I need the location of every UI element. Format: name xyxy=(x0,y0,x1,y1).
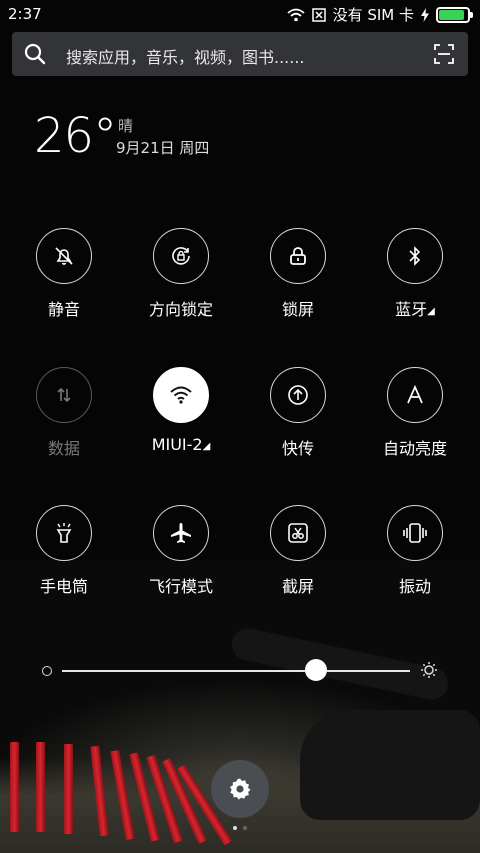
toggle-vibrate-label: 振动 xyxy=(398,577,431,596)
toggle-auto-brightness[interactable]: 自动亮度 xyxy=(360,367,470,487)
quick-transfer-icon xyxy=(288,385,308,405)
wallpaper-domino xyxy=(36,742,45,832)
toggle-bluetooth-text: 蓝牙 xyxy=(395,300,428,319)
toggle-quick-transfer-button[interactable] xyxy=(270,367,326,423)
wallpaper-domino xyxy=(10,742,19,832)
toggle-quick-transfer-label: 快传 xyxy=(281,439,314,458)
wifi-icon xyxy=(170,386,192,404)
toggle-mute-button[interactable] xyxy=(36,228,92,284)
search-icon xyxy=(24,43,46,65)
status-bar: 2:37 没有 SIM 卡 xyxy=(0,0,480,28)
toggle-flashlight[interactable]: 手电筒 xyxy=(9,505,119,625)
mute-icon xyxy=(55,247,73,265)
mobile-data-icon xyxy=(57,387,71,403)
no-sim-icon xyxy=(311,7,326,22)
toggle-airplane-mode[interactable]: 飞行模式 xyxy=(126,505,236,625)
battery-icon xyxy=(436,6,473,23)
toggle-rotation-lock-label: 方向锁定 xyxy=(148,300,213,319)
toggle-wifi-text: MIUI-2 xyxy=(151,435,203,454)
brightness-low-icon xyxy=(42,666,52,676)
brightness-high-icon xyxy=(421,662,437,678)
gear-icon xyxy=(230,778,251,800)
airplane-icon xyxy=(171,523,191,543)
toggle-screenshot-button[interactable] xyxy=(270,505,326,561)
toggle-bluetooth-button[interactable] xyxy=(387,228,443,284)
weather-temperature: 26° xyxy=(34,108,117,164)
toggle-vibrate[interactable]: 振动 xyxy=(360,505,470,625)
toggle-flashlight-label: 手电筒 xyxy=(39,577,88,596)
toggle-screenshot[interactable]: 截屏 xyxy=(243,505,353,625)
scan-icon[interactable] xyxy=(434,44,454,64)
toggle-wifi-button[interactable] xyxy=(153,367,209,423)
wifi-icon xyxy=(286,8,305,21)
flashlight-icon xyxy=(56,523,72,543)
weather-date: 9月21日 周四 xyxy=(116,139,210,157)
toggle-mobile-data-label: 数据 xyxy=(47,439,80,458)
toggle-quick-transfer[interactable]: 快传 xyxy=(243,367,353,487)
toggle-bluetooth-label: 蓝牙◢ xyxy=(360,296,470,320)
toggle-lock-screen-button[interactable] xyxy=(270,228,326,284)
toggle-lock-screen-label: 锁屏 xyxy=(281,300,314,319)
search-placeholder: 搜索应用，音乐，视频，图书...... xyxy=(66,48,305,67)
weather-condition: 晴 xyxy=(118,117,134,135)
wallpaper-domino xyxy=(64,744,73,834)
toggle-wifi-label: MIUI-2◢ xyxy=(126,435,236,454)
toggle-bluetooth[interactable]: 蓝牙◢ xyxy=(360,228,470,348)
rotation-lock-icon xyxy=(172,247,190,265)
more-options-icon: ◢ xyxy=(202,441,211,452)
toggle-mute-label: 静音 xyxy=(47,300,80,319)
toggle-mobile-data[interactable]: 数据 xyxy=(9,367,119,487)
auto-brightness-icon xyxy=(407,385,423,404)
brightness-track[interactable] xyxy=(62,670,410,672)
page-dot xyxy=(233,826,237,830)
page-dot xyxy=(243,826,247,830)
toggle-mute[interactable]: 静音 xyxy=(9,228,119,348)
toggle-airplane-mode-label: 飞行模式 xyxy=(148,577,213,596)
battery-level xyxy=(439,9,464,20)
more-options-icon: ◢ xyxy=(427,306,435,317)
sim-status-text: 没有 SIM 卡 xyxy=(332,6,414,24)
toggle-rotation-lock[interactable]: 方向锁定 xyxy=(126,228,236,348)
screenshot-icon xyxy=(288,523,308,543)
toggle-auto-brightness-label: 自动亮度 xyxy=(382,439,447,458)
toggle-flashlight-button[interactable] xyxy=(36,505,92,561)
brightness-slider[interactable] xyxy=(0,650,480,690)
status-icons: 没有 SIM 卡 xyxy=(286,4,473,25)
lock-icon xyxy=(290,247,306,265)
vibrate-icon xyxy=(403,523,427,543)
toggle-lock-screen[interactable]: 锁屏 xyxy=(243,228,353,348)
page-indicator xyxy=(233,826,247,830)
search-bar[interactable]: 搜索应用，音乐，视频，图书...... xyxy=(12,32,468,76)
toggle-auto-brightness-button[interactable] xyxy=(387,367,443,423)
toggle-wifi[interactable]: MIUI-2◢ xyxy=(126,367,236,487)
wallpaper-hand xyxy=(300,710,480,820)
bluetooth-icon xyxy=(409,246,421,266)
brightness-thumb[interactable] xyxy=(305,659,328,681)
toggle-mobile-data-button[interactable] xyxy=(36,367,92,423)
toggle-screenshot-label: 截屏 xyxy=(281,577,314,596)
charging-icon xyxy=(421,7,429,22)
toggle-airplane-mode-button[interactable] xyxy=(153,505,209,561)
status-time: 2:37 xyxy=(8,5,42,23)
settings-button[interactable] xyxy=(211,760,269,818)
toggle-vibrate-button[interactable] xyxy=(387,505,443,561)
toggle-rotation-lock-button[interactable] xyxy=(153,228,209,284)
